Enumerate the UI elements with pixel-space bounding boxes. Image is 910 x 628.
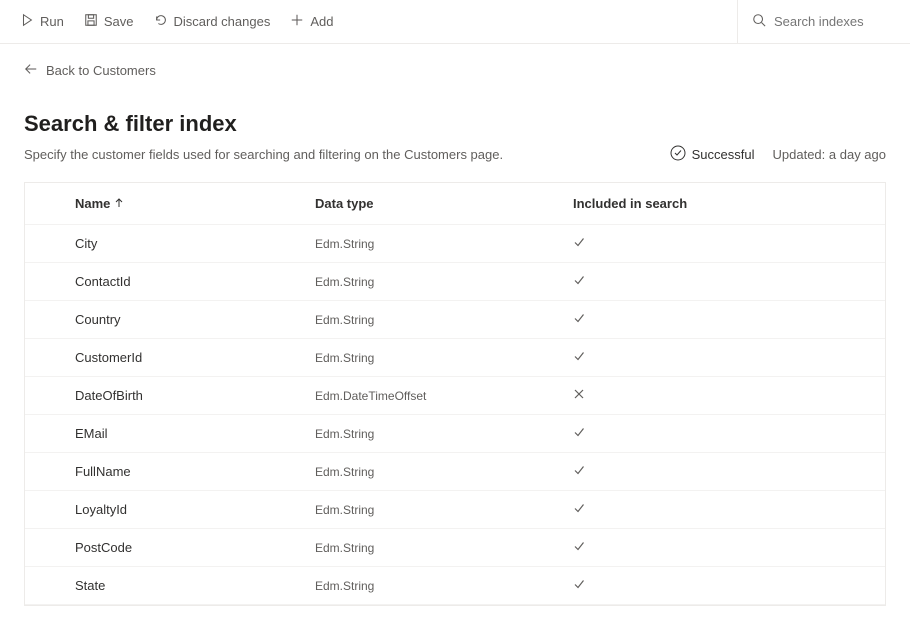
column-name-label: Name (75, 196, 110, 211)
cell-datatype: Edm.String (315, 265, 565, 299)
cell-included (565, 568, 885, 603)
table-row[interactable]: StateEdm.String (25, 567, 885, 605)
cell-datatype: Edm.String (315, 493, 565, 527)
check-icon (573, 540, 585, 555)
column-datatype-label: Data type (315, 196, 374, 211)
check-icon (573, 578, 585, 593)
table-row[interactable]: CityEdm.String (25, 225, 885, 263)
column-included-label: Included in search (573, 196, 687, 211)
cell-name: CustomerId (75, 340, 315, 375)
page-title: Search & filter index (24, 111, 886, 137)
save-icon (84, 13, 98, 30)
column-header-name[interactable]: Name (75, 186, 315, 221)
save-button[interactable]: Save (76, 7, 142, 36)
search-input[interactable] (774, 14, 884, 29)
check-icon (573, 236, 585, 251)
table-header-row: Name Data type Included in search (25, 183, 885, 225)
cell-name: DateOfBirth (75, 378, 315, 413)
fields-table: Name Data type Included in search CityEd… (24, 182, 886, 606)
undo-icon (154, 13, 168, 30)
page-header: Search & filter index Specify the custom… (0, 87, 910, 176)
add-label: Add (310, 14, 333, 29)
cell-datatype: Edm.String (315, 227, 565, 261)
plus-icon (290, 13, 304, 30)
check-icon (573, 464, 585, 479)
check-icon (573, 502, 585, 517)
cell-name: FullName (75, 454, 315, 489)
column-header-datatype[interactable]: Data type (315, 186, 565, 221)
x-icon (573, 388, 585, 403)
back-label: Back to Customers (46, 63, 156, 78)
check-icon (573, 274, 585, 289)
table-row[interactable]: FullNameEdm.String (25, 453, 885, 491)
cell-name: ContactId (75, 264, 315, 299)
cell-name: EMail (75, 416, 315, 451)
cell-datatype: Edm.DateTimeOffset (315, 379, 565, 413)
table-row[interactable]: PostCodeEdm.String (25, 529, 885, 567)
cell-included (565, 416, 885, 451)
add-button[interactable]: Add (282, 7, 341, 36)
table-row[interactable]: DateOfBirthEdm.DateTimeOffset (25, 377, 885, 415)
cell-included (565, 340, 885, 375)
cell-name: PostCode (75, 530, 315, 565)
cell-datatype: Edm.String (315, 341, 565, 375)
check-icon (573, 426, 585, 441)
cell-included (565, 454, 885, 489)
column-header-included[interactable]: Included in search (565, 186, 885, 221)
table-row[interactable]: EMailEdm.String (25, 415, 885, 453)
cell-included (565, 378, 885, 413)
toolbar-actions: Run Save Discard changes Add (12, 7, 341, 36)
check-icon (573, 312, 585, 327)
status-text: Successful (692, 147, 755, 162)
page-description: Specify the customer fields used for sea… (24, 147, 652, 162)
cell-included (565, 302, 885, 337)
discard-label: Discard changes (174, 14, 271, 29)
cell-name: City (75, 226, 315, 261)
top-toolbar: Run Save Discard changes Add (0, 0, 910, 44)
arrow-left-icon (24, 62, 38, 79)
cell-included (565, 530, 885, 565)
cell-included (565, 492, 885, 527)
check-icon (573, 350, 585, 365)
success-icon (670, 145, 686, 164)
search-icon (752, 13, 766, 30)
search-indexes[interactable] (738, 13, 898, 30)
table-row[interactable]: CountryEdm.String (25, 301, 885, 339)
table-row[interactable]: CustomerIdEdm.String (25, 339, 885, 377)
run-label: Run (40, 14, 64, 29)
cell-name: State (75, 568, 315, 603)
save-label: Save (104, 14, 134, 29)
updated-text: Updated: a day ago (773, 147, 886, 162)
status-badge: Successful (670, 145, 755, 164)
cell-datatype: Edm.String (315, 455, 565, 489)
cell-name: Country (75, 302, 315, 337)
play-icon (20, 13, 34, 30)
header-meta-row: Specify the customer fields used for sea… (24, 145, 886, 164)
run-button[interactable]: Run (12, 7, 72, 36)
cell-datatype: Edm.String (315, 531, 565, 565)
cell-datatype: Edm.String (315, 417, 565, 451)
table-row[interactable]: ContactIdEdm.String (25, 263, 885, 301)
sort-asc-icon (114, 196, 124, 211)
back-link[interactable]: Back to Customers (0, 44, 910, 87)
cell-included (565, 226, 885, 261)
cell-datatype: Edm.String (315, 569, 565, 603)
discard-button[interactable]: Discard changes (146, 7, 279, 36)
table-row[interactable]: LoyaltyIdEdm.String (25, 491, 885, 529)
cell-included (565, 264, 885, 299)
cell-datatype: Edm.String (315, 303, 565, 337)
cell-name: LoyaltyId (75, 492, 315, 527)
